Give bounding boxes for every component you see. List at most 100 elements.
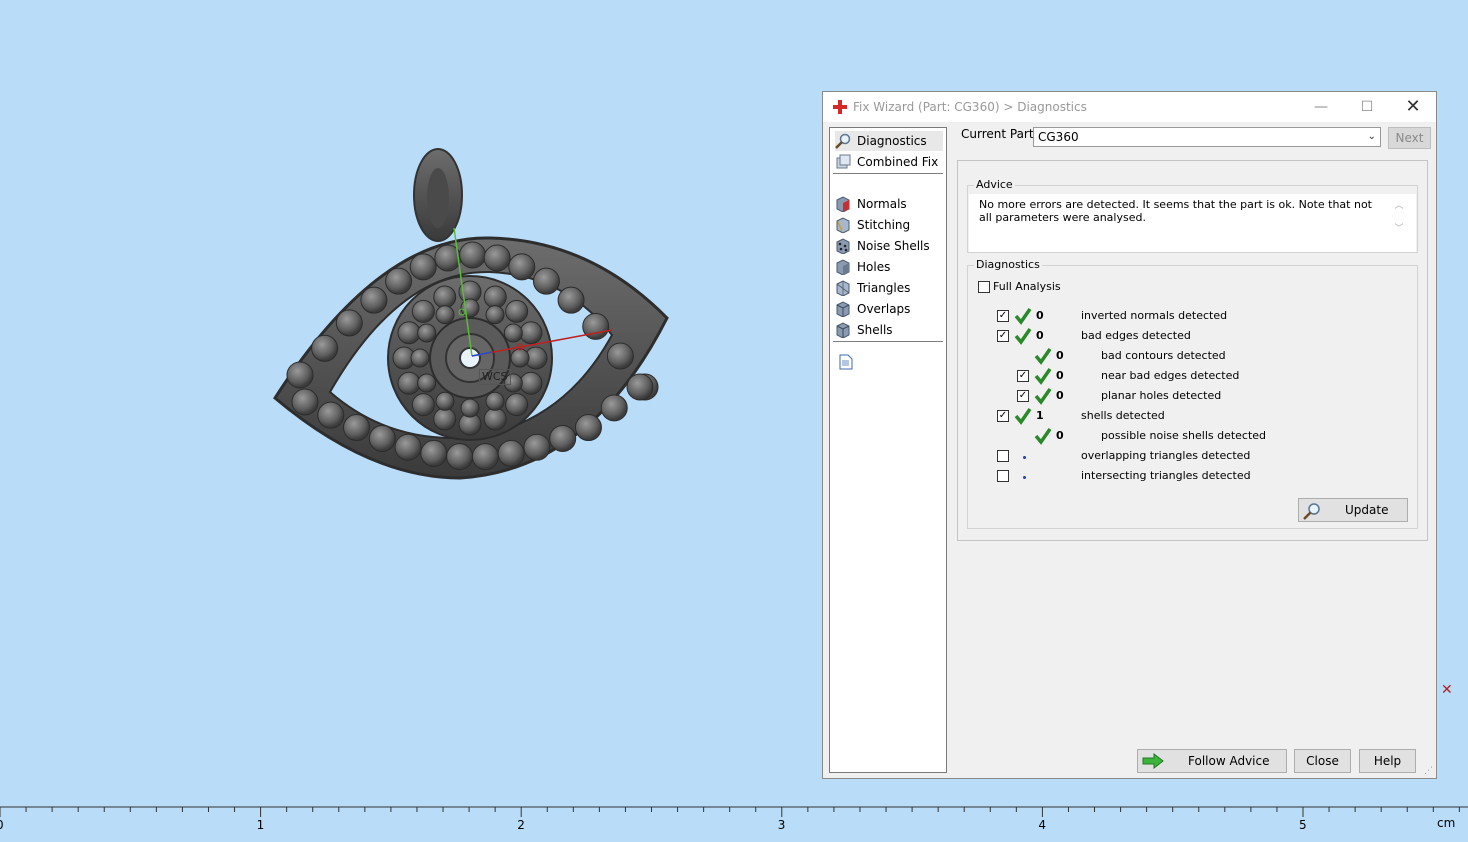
nav-label: Overlaps bbox=[857, 302, 911, 316]
advice-title: Advice bbox=[974, 178, 1015, 191]
bad-contours-label: bad contours detected bbox=[1101, 349, 1226, 362]
nav-label: Stitching bbox=[857, 218, 911, 232]
nav-label: Normals bbox=[857, 197, 907, 211]
update-label: Update bbox=[1345, 503, 1389, 517]
check-mark-icon bbox=[1034, 428, 1052, 445]
nav-item-holes[interactable]: Holes bbox=[835, 257, 943, 277]
shells-icon bbox=[836, 322, 850, 338]
magnifier-icon bbox=[835, 133, 851, 149]
close-window-button[interactable]: ✕ bbox=[1393, 96, 1433, 118]
bad-edges-count: 0 bbox=[1036, 329, 1044, 342]
check-mark-icon bbox=[1014, 308, 1032, 325]
nav-item-shells[interactable]: Shells bbox=[835, 320, 943, 340]
intersecting-triangles-checkbox[interactable] bbox=[997, 470, 1009, 482]
shells-count: 1 bbox=[1036, 409, 1044, 422]
current-part-value: CG360 bbox=[1038, 130, 1079, 144]
current-part-label: Current Part: bbox=[961, 127, 1038, 141]
nav-divider bbox=[833, 341, 943, 342]
inverted-normals-label: inverted normals detected bbox=[1081, 309, 1228, 322]
close-button[interactable]: Close bbox=[1294, 749, 1351, 773]
ruler-unit: cm bbox=[1437, 816, 1456, 830]
near-bad-edges-checkbox[interactable]: ✓ bbox=[1017, 370, 1029, 382]
overlaps-icon bbox=[836, 301, 850, 317]
nav-item-combined-fix[interactable]: Combined Fix bbox=[835, 152, 943, 172]
eye-pendant-model[interactable] bbox=[260, 140, 680, 490]
bad-edges-label: bad edges detected bbox=[1081, 329, 1191, 342]
pending-dot-icon bbox=[1023, 476, 1026, 479]
check-mark-icon bbox=[1014, 328, 1032, 345]
overlapping-triangles-checkbox[interactable] bbox=[997, 450, 1009, 462]
check-mark-icon bbox=[1034, 348, 1052, 365]
diagnostics-group: Diagnostics Full Analysis ✓ 0 inverted n… bbox=[967, 258, 1418, 529]
close-x-icon[interactable]: ✕ bbox=[1441, 682, 1453, 698]
near-bad-edges-count: 0 bbox=[1056, 369, 1064, 382]
check-mark-icon bbox=[1034, 388, 1052, 405]
noise-shells-label: possible noise shells detected bbox=[1101, 429, 1267, 442]
chevron-down-icon: ⌄ bbox=[1367, 131, 1376, 142]
update-button[interactable]: Update bbox=[1298, 498, 1408, 522]
follow-advice-button[interactable]: Follow Advice bbox=[1137, 749, 1287, 773]
dialog-titlebar[interactable]: Fix Wizard (Part: CG360) > Diagnostics —… bbox=[823, 92, 1436, 122]
nav-label: Shells bbox=[857, 323, 893, 337]
ruler-tick-label: 3 bbox=[777, 818, 786, 832]
overlapping-triangles-label: overlapping triangles detected bbox=[1081, 449, 1251, 462]
nav-label: Triangles bbox=[857, 281, 911, 295]
resize-grip-icon[interactable]: ⋰ bbox=[1424, 766, 1434, 776]
inverted-normals-checkbox[interactable]: ✓ bbox=[997, 310, 1009, 322]
wizard-nav: Diagnostics Combined Fix Normals Stitchi… bbox=[829, 127, 947, 773]
magnifier-icon bbox=[1303, 503, 1320, 520]
nav-item-triangles[interactable]: Triangles bbox=[835, 278, 943, 298]
current-part-select[interactable]: CG360 ⌄ bbox=[1033, 127, 1381, 147]
dialog-title: Fix Wizard (Part: CG360) > Diagnostics bbox=[853, 100, 1087, 114]
combined-fix-icon bbox=[836, 154, 851, 169]
shells-checkbox[interactable]: ✓ bbox=[997, 410, 1009, 422]
green-arrow-icon bbox=[1142, 753, 1164, 769]
nav-label: Noise Shells bbox=[857, 239, 930, 253]
nav-item-noise-shells[interactable]: Noise Shells bbox=[835, 236, 943, 256]
shells-label: shells detected bbox=[1081, 409, 1165, 422]
noise-shells-count: 0 bbox=[1056, 429, 1064, 442]
nav-label: Diagnostics bbox=[857, 134, 927, 148]
full-analysis-label: Full Analysis bbox=[993, 280, 1061, 293]
wcs-label: WCS bbox=[479, 369, 511, 385]
advice-text: No more errors are detected. It seems th… bbox=[979, 198, 1384, 224]
pending-dot-icon bbox=[1023, 456, 1026, 459]
nav-label: Holes bbox=[857, 260, 891, 274]
ruler-tick-label: 0 bbox=[0, 818, 4, 832]
ruler-tick-label: 4 bbox=[1038, 818, 1047, 832]
nav-item-normals[interactable]: Normals bbox=[835, 194, 943, 214]
ruler-tick-label: 1 bbox=[256, 818, 265, 832]
advice-group: Advice No more errors are detected. It s… bbox=[967, 178, 1418, 253]
noise-shells-icon bbox=[836, 238, 850, 254]
red-cross-icon bbox=[833, 100, 847, 114]
full-analysis-checkbox[interactable] bbox=[978, 281, 990, 293]
nav-label: Combined Fix bbox=[857, 155, 939, 169]
near-bad-edges-label: near bad edges detected bbox=[1101, 369, 1240, 382]
check-mark-icon bbox=[1034, 368, 1052, 385]
help-button[interactable]: Help bbox=[1359, 749, 1416, 773]
nav-item-overlaps[interactable]: Overlaps bbox=[835, 299, 943, 319]
intersecting-triangles-label: intersecting triangles detected bbox=[1081, 469, 1251, 482]
check-mark-icon bbox=[1014, 408, 1032, 425]
planar-holes-checkbox[interactable]: ✓ bbox=[1017, 390, 1029, 402]
normals-icon bbox=[836, 196, 850, 212]
planar-holes-label: planar holes detected bbox=[1101, 389, 1222, 402]
nav-item-diagnostics[interactable]: Diagnostics bbox=[835, 131, 943, 151]
maximize-button[interactable]: ☐ bbox=[1347, 96, 1387, 118]
follow-advice-label: Follow Advice bbox=[1188, 754, 1270, 768]
report-icon[interactable] bbox=[839, 354, 853, 370]
triangles-icon bbox=[836, 280, 850, 296]
bad-contours-count: 0 bbox=[1056, 349, 1064, 362]
advice-scrollbar[interactable]: ︿ ﹀ bbox=[1392, 198, 1406, 244]
nav-item-stitching[interactable]: Stitching bbox=[835, 215, 943, 235]
ruler-tick-label: 2 bbox=[517, 818, 525, 832]
minimize-button[interactable]: — bbox=[1301, 96, 1341, 118]
fix-wizard-dialog: Fix Wizard (Part: CG360) > Diagnostics —… bbox=[822, 91, 1437, 779]
ruler bbox=[0, 806, 1468, 817]
stitching-icon bbox=[836, 217, 850, 233]
planar-holes-count: 0 bbox=[1056, 389, 1064, 402]
next-button[interactable]: Next bbox=[1388, 127, 1431, 149]
holes-icon bbox=[836, 259, 850, 275]
nav-divider bbox=[833, 173, 943, 174]
bad-edges-checkbox[interactable]: ✓ bbox=[997, 330, 1009, 342]
